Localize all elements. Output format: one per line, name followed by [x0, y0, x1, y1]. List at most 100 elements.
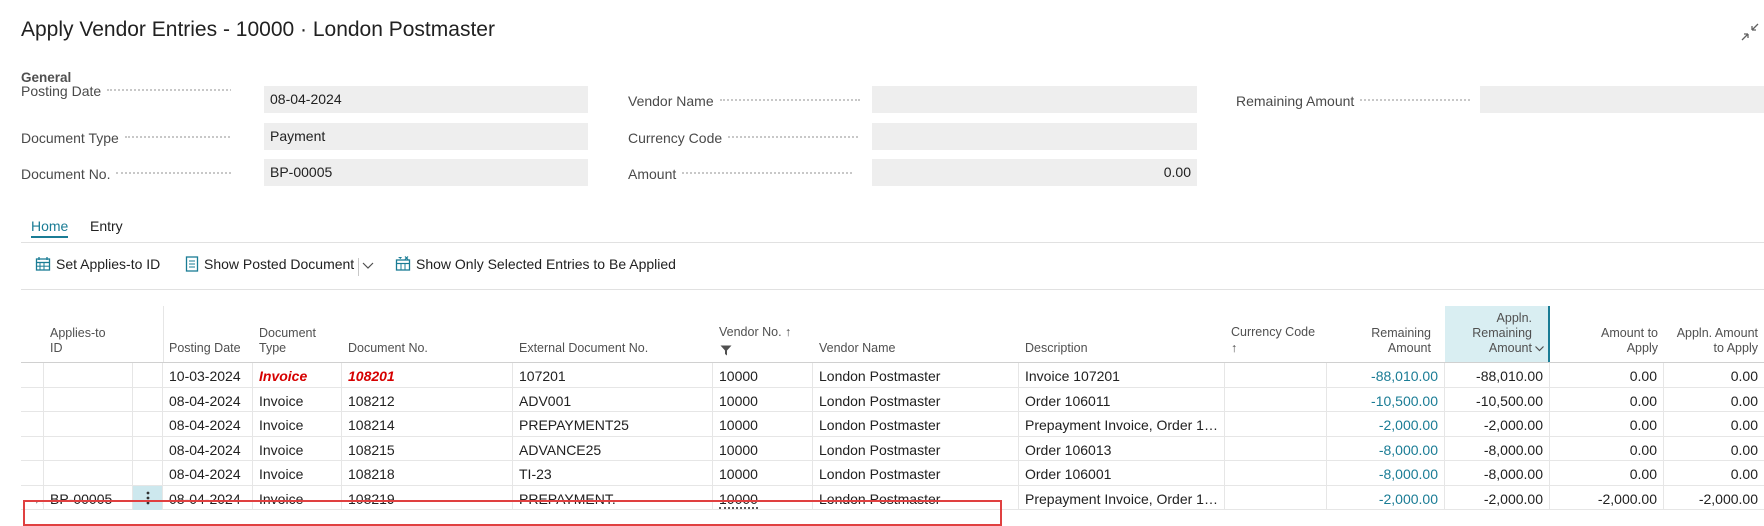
- vendor-no-cell[interactable]: 10000: [713, 436, 813, 461]
- vendor-name-cell: London Postmaster: [813, 461, 1019, 485]
- document-no-cell[interactable]: 108214: [342, 412, 513, 436]
- collapse-icon[interactable]: [1740, 22, 1760, 42]
- vendor-no-cell[interactable]: 10000: [713, 461, 813, 485]
- document-icon: [185, 256, 199, 272]
- remaining-amount-field[interactable]: [1480, 86, 1764, 113]
- applies-to-id-cell[interactable]: [44, 363, 133, 387]
- appln-remaining-amount-cell: -8,000.00: [1445, 461, 1550, 485]
- currency-code-cell: [1225, 436, 1327, 461]
- table-row[interactable]: 08-04-2024 Invoice 108212 ADV001 10000 L…: [21, 387, 1764, 412]
- appln-amount-to-apply-cell: 0.00: [1730, 441, 1758, 458]
- column-header-external-document-no[interactable]: External Document No.: [513, 306, 713, 362]
- currency-code-cell: [1225, 461, 1327, 485]
- remaining-amount-cell[interactable]: -2,000.00: [1327, 485, 1445, 510]
- document-type-label: Document Type: [21, 130, 231, 146]
- vendor-name-label: Vendor Name: [628, 93, 868, 109]
- applies-to-id-cell[interactable]: [44, 461, 133, 485]
- column-header-applies-to-id[interactable]: Applies-to ID: [44, 306, 144, 362]
- row-menu-cell[interactable]: [133, 412, 163, 436]
- remaining-amount-cell[interactable]: -2,000.00: [1327, 412, 1445, 436]
- selected-row-highlight: [23, 500, 1002, 526]
- document-no-cell[interactable]: 108215: [342, 436, 513, 461]
- vendor-no-cell[interactable]: 10000: [713, 363, 813, 387]
- posting-date-cell: 08-04-2024: [163, 436, 253, 461]
- vendor-no-cell[interactable]: 10000: [713, 387, 813, 412]
- document-type-field[interactable]: Payment: [264, 123, 588, 150]
- description-cell: Order 106011: [1019, 387, 1225, 412]
- show-posted-document-button[interactable]: Show Posted Document: [185, 256, 354, 272]
- applies-to-id-cell[interactable]: [44, 436, 133, 461]
- row-menu-cell[interactable]: [133, 461, 163, 485]
- table-row[interactable]: 10-03-2024 Invoice 108201 107201 10000 L…: [21, 363, 1764, 388]
- tab-home[interactable]: Home: [31, 218, 69, 238]
- applies-to-id-cell[interactable]: [44, 387, 133, 412]
- column-header-remaining-amount[interactable]: Remaining Amount: [1327, 306, 1437, 362]
- filter-table-icon: [395, 256, 411, 271]
- remaining-amount-cell[interactable]: -10,500.00: [1327, 387, 1445, 412]
- column-header-document-no[interactable]: Document No.: [342, 306, 513, 362]
- table-row[interactable]: 08-04-2024 Invoice 108215 ADVANCE25 1000…: [21, 436, 1764, 461]
- appln-remaining-amount-cell: -10,500.00: [1445, 387, 1550, 412]
- column-header-vendor-name[interactable]: Vendor Name: [813, 306, 1019, 362]
- tab-entry[interactable]: Entry: [90, 218, 123, 234]
- currency-code-cell: [1225, 363, 1327, 387]
- row-menu-cell[interactable]: [133, 436, 163, 461]
- column-header-vendor-no[interactable]: Vendor No. ↑: [713, 306, 813, 362]
- row-menu-cell[interactable]: [133, 387, 163, 412]
- posting-date-cell: 08-04-2024: [163, 387, 253, 412]
- amount-to-apply-cell[interactable]: -2,000.00: [1550, 485, 1664, 510]
- tabs-divider: [21, 242, 1764, 243]
- amount-to-apply-cell[interactable]: 0.00: [1550, 461, 1664, 485]
- appln-amount-to-apply-cell: 0.00: [1730, 368, 1758, 384]
- table-row[interactable]: 08-04-2024 Invoice 108214 PREPAYMENT25 1…: [21, 412, 1764, 437]
- amount-to-apply-cell[interactable]: 0.00: [1550, 436, 1664, 461]
- applies-to-id-cell[interactable]: [44, 412, 133, 436]
- show-only-selected-label: Show Only Selected Entries to Be Applied: [416, 256, 676, 272]
- external-document-no-cell: 107201: [513, 363, 713, 387]
- document-no-cell[interactable]: 108218: [342, 461, 513, 485]
- description-cell: Prepayment Invoice, Order 10...: [1019, 412, 1225, 436]
- posting-date-cell: 08-04-2024: [163, 412, 253, 436]
- row-indicator: [21, 436, 44, 461]
- show-only-selected-button[interactable]: Show Only Selected Entries to Be Applied: [395, 256, 676, 272]
- remaining-amount-cell[interactable]: -88,010.00: [1327, 363, 1445, 387]
- chevron-down-icon[interactable]: [362, 260, 374, 270]
- amount-field[interactable]: 0.00: [872, 159, 1197, 186]
- appln-amount-to-apply-cell: 0.00: [1730, 466, 1758, 482]
- currency-code-label: Currency Code: [628, 130, 868, 146]
- column-header-currency-code[interactable]: Currency Code ↑: [1225, 306, 1327, 362]
- appln-amount-to-apply-cell: -2,000.00: [1698, 490, 1758, 507]
- column-header-posting-date[interactable]: Posting Date: [163, 306, 253, 362]
- appln-remaining-amount-cell: -88,010.00: [1445, 363, 1550, 387]
- amount-to-apply-cell[interactable]: 0.00: [1550, 412, 1664, 436]
- set-applies-to-id-button[interactable]: Set Applies-to ID: [35, 256, 160, 272]
- toolbar-divider: [21, 289, 1764, 290]
- vendor-no-cell[interactable]: 10000: [713, 412, 813, 436]
- document-no-cell[interactable]: 108212: [342, 387, 513, 412]
- table-row[interactable]: 08-04-2024 Invoice 108218 TI-23 10000 Lo…: [21, 461, 1764, 486]
- external-document-no-cell: PREPAYMENT25: [513, 412, 713, 436]
- column-header-appln-remaining-amount[interactable]: Appln. Remaining Amount: [1445, 306, 1550, 362]
- column-header-description[interactable]: Description: [1019, 306, 1225, 362]
- appln-amount-to-apply-cell: 0.00: [1730, 417, 1758, 433]
- vendor-name-field[interactable]: [872, 86, 1197, 113]
- document-type-cell: Invoice: [253, 461, 342, 485]
- currency-code-field[interactable]: [872, 123, 1197, 150]
- chevron-down-icon[interactable]: [1535, 345, 1544, 352]
- amount-label: Amount: [628, 166, 868, 182]
- row-indicator: [21, 363, 44, 387]
- column-header-appln-amount-to-apply[interactable]: Appln. Amount to Apply: [1664, 306, 1764, 362]
- remaining-amount-label: Remaining Amount: [1236, 93, 1476, 109]
- amount-to-apply-cell[interactable]: 0.00: [1550, 387, 1664, 412]
- column-header-document-type[interactable]: Document Type: [253, 306, 342, 362]
- amount-to-apply-cell[interactable]: 0.00: [1550, 363, 1664, 387]
- posting-date-field[interactable]: 08-04-2024: [264, 86, 588, 113]
- document-no-field[interactable]: BP-00005: [264, 159, 588, 186]
- remaining-amount-cell[interactable]: -8,000.00: [1327, 436, 1445, 461]
- remaining-amount-cell[interactable]: -8,000.00: [1327, 461, 1445, 485]
- description-cell: Invoice 107201: [1019, 363, 1225, 387]
- column-header-amount-to-apply[interactable]: Amount to Apply: [1550, 306, 1664, 362]
- document-no-cell[interactable]: 108201: [342, 363, 513, 387]
- document-type-cell: Invoice: [253, 363, 342, 387]
- row-menu-cell[interactable]: [133, 363, 163, 387]
